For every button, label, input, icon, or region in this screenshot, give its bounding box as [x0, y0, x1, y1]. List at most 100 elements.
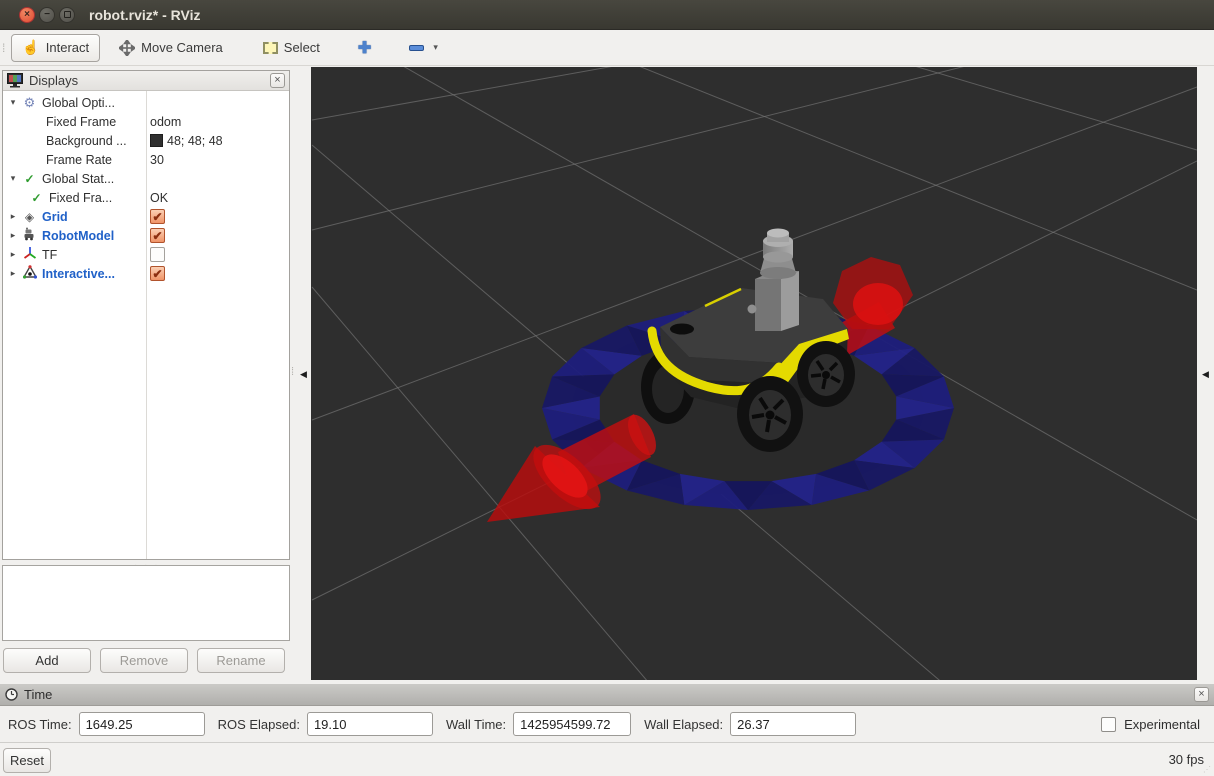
clock-icon	[5, 688, 18, 701]
add-tool-button[interactable]: ✚	[347, 34, 382, 62]
wall-elapsed-label: Wall Elapsed:	[644, 717, 723, 732]
expander-right-icon[interactable]: ▸	[7, 230, 19, 241]
displays-panel-title: Displays	[29, 73, 78, 88]
tree-label: RobotModel	[42, 229, 114, 243]
rename-display-button[interactable]: Rename	[197, 648, 285, 673]
tree-label: Frame Rate	[46, 153, 112, 167]
interact-tool-button[interactable]: ☝ Interact	[11, 34, 100, 62]
tree-row-interactive-markers[interactable]: ▸ Interactive... ✔	[3, 264, 289, 283]
remove-display-button[interactable]: Remove	[100, 648, 188, 673]
main-area: Displays × ▾ ⚙ Global Opti... Fixed Fram…	[0, 66, 1214, 684]
resize-grip[interactable]: ⋰	[1203, 765, 1212, 774]
move-arrows-icon	[119, 40, 135, 56]
rviz-window: × − robot.rviz* - RViz ⁞ ☝ Interact Move…	[0, 0, 1214, 776]
move-camera-label: Move Camera	[141, 40, 223, 55]
expander-right-icon[interactable]: ▸	[7, 249, 19, 260]
wall-elapsed-input[interactable]	[730, 712, 856, 736]
left-splitter-dots[interactable]: ⁞	[291, 366, 292, 378]
tree-label: TF	[42, 248, 57, 262]
tree-row-background-color[interactable]: Background ... 48; 48; 48	[3, 131, 289, 150]
color-swatch	[150, 134, 163, 147]
window-maximize-button[interactable]	[59, 7, 75, 23]
displays-panel-header[interactable]: Displays ×	[3, 71, 289, 91]
description-box	[2, 565, 290, 641]
enabled-checkbox[interactable]: ✔	[150, 266, 165, 281]
chevron-down-icon: ▾	[433, 42, 438, 53]
time-panel-header[interactable]: Time ×	[0, 684, 1214, 706]
time-fields-row: ROS Time: ROS Elapsed: Wall Time: Wall E…	[0, 706, 1214, 742]
status-bar: Reset 30 fps ⋰	[0, 742, 1214, 776]
robot-icon	[21, 227, 38, 244]
interactive-marker-icon	[21, 265, 38, 282]
remove-tool-button[interactable]: ▾	[398, 34, 449, 62]
tree-label: Fixed Frame	[46, 115, 116, 129]
time-panel-close-button[interactable]: ×	[1194, 687, 1209, 702]
grid-icon: ◈	[21, 210, 38, 224]
tree-value[interactable]: 30	[150, 153, 164, 167]
maximize-icon	[64, 11, 71, 18]
minus-icon	[409, 45, 424, 51]
tree-row-fixed-frame-status[interactable]: ✓ Fixed Fra... OK	[3, 188, 289, 207]
axes-icon	[21, 246, 38, 263]
move-camera-tool-button[interactable]: Move Camera	[108, 34, 234, 62]
ros-time-input[interactable]	[79, 712, 205, 736]
tree-value[interactable]: 48; 48; 48	[150, 134, 223, 148]
ros-elapsed-label: ROS Elapsed:	[218, 717, 300, 732]
enabled-checkbox[interactable]: ✔	[150, 228, 165, 243]
tree-row-robotmodel[interactable]: ▸ RobotModel ✔	[3, 226, 289, 245]
tree-row-fixed-frame[interactable]: Fixed Frame odom	[3, 112, 289, 131]
selection-box-icon	[263, 42, 278, 54]
window-minimize-button[interactable]: −	[39, 7, 55, 23]
tree-row-grid[interactable]: ▸ ◈ Grid ✔	[3, 207, 289, 226]
3d-scene	[311, 67, 1197, 680]
hand-pointer-icon: ☝	[22, 39, 39, 56]
tree-value[interactable]: odom	[150, 115, 181, 129]
enabled-checkbox[interactable]	[150, 247, 165, 262]
reset-button[interactable]: Reset	[3, 748, 51, 773]
displays-close-button[interactable]: ×	[270, 73, 285, 88]
enabled-checkbox[interactable]: ✔	[150, 209, 165, 224]
ros-elapsed-input[interactable]	[307, 712, 433, 736]
wall-time-label: Wall Time:	[446, 717, 506, 732]
time-panel-title: Time	[24, 687, 52, 702]
gear-icon: ⚙	[21, 95, 38, 111]
window-close-button[interactable]: ×	[19, 7, 35, 23]
expander-right-icon[interactable]: ▸	[7, 211, 19, 222]
tree-value[interactable]: ✔	[150, 266, 165, 281]
tree-row-tf[interactable]: ▸ TF	[3, 245, 289, 264]
expander-down-icon[interactable]: ▾	[7, 173, 19, 184]
toolbar-drag-handle[interactable]: ⁞	[2, 41, 3, 55]
expander-down-icon[interactable]: ▾	[7, 97, 19, 108]
displays-monitor-icon	[7, 73, 24, 88]
tree-value[interactable]: ✔	[150, 209, 165, 224]
rear-right-wheel	[797, 341, 855, 407]
select-label: Select	[284, 40, 320, 55]
sensor-tower	[748, 271, 800, 331]
select-tool-button[interactable]: Select	[252, 34, 331, 62]
tree-row-global-options[interactable]: ▾ ⚙ Global Opti...	[3, 93, 289, 112]
left-collapse-arrow-icon[interactable]: ◀	[300, 369, 307, 380]
experimental-checkbox[interactable]	[1101, 717, 1116, 732]
right-collapse-arrow-icon[interactable]: ◀	[1202, 369, 1209, 380]
tree-row-frame-rate[interactable]: Frame Rate 30	[3, 150, 289, 169]
wall-time-input[interactable]	[513, 712, 631, 736]
fps-counter: 30 fps	[1169, 752, 1204, 767]
tree-value: OK	[150, 191, 168, 205]
expander-right-icon[interactable]: ▸	[7, 268, 19, 279]
tree-label: Grid	[42, 210, 68, 224]
tree-label: Global Opti...	[42, 96, 115, 110]
tree-value[interactable]	[150, 247, 165, 262]
check-icon: ✓	[21, 172, 38, 186]
displays-tree: ▾ ⚙ Global Opti... Fixed Frame odom Back…	[3, 91, 289, 559]
3d-viewport[interactable]	[311, 67, 1197, 680]
front-right-wheel	[737, 376, 803, 452]
interact-label: Interact	[46, 40, 89, 55]
color-value: 48; 48; 48	[167, 134, 223, 148]
window-title: robot.rviz* - RViz	[89, 7, 201, 23]
tree-value[interactable]: ✔	[150, 228, 165, 243]
toolbar: ⁞ ☝ Interact Move Camera Select ✚ ▾	[0, 30, 1214, 66]
tree-row-global-status[interactable]: ▾ ✓ Global Stat...	[3, 169, 289, 188]
add-display-button[interactable]: Add	[3, 648, 91, 673]
time-panel: Time × ROS Time: ROS Elapsed: Wall Time:…	[0, 684, 1214, 742]
plus-icon: ✚	[358, 38, 371, 58]
